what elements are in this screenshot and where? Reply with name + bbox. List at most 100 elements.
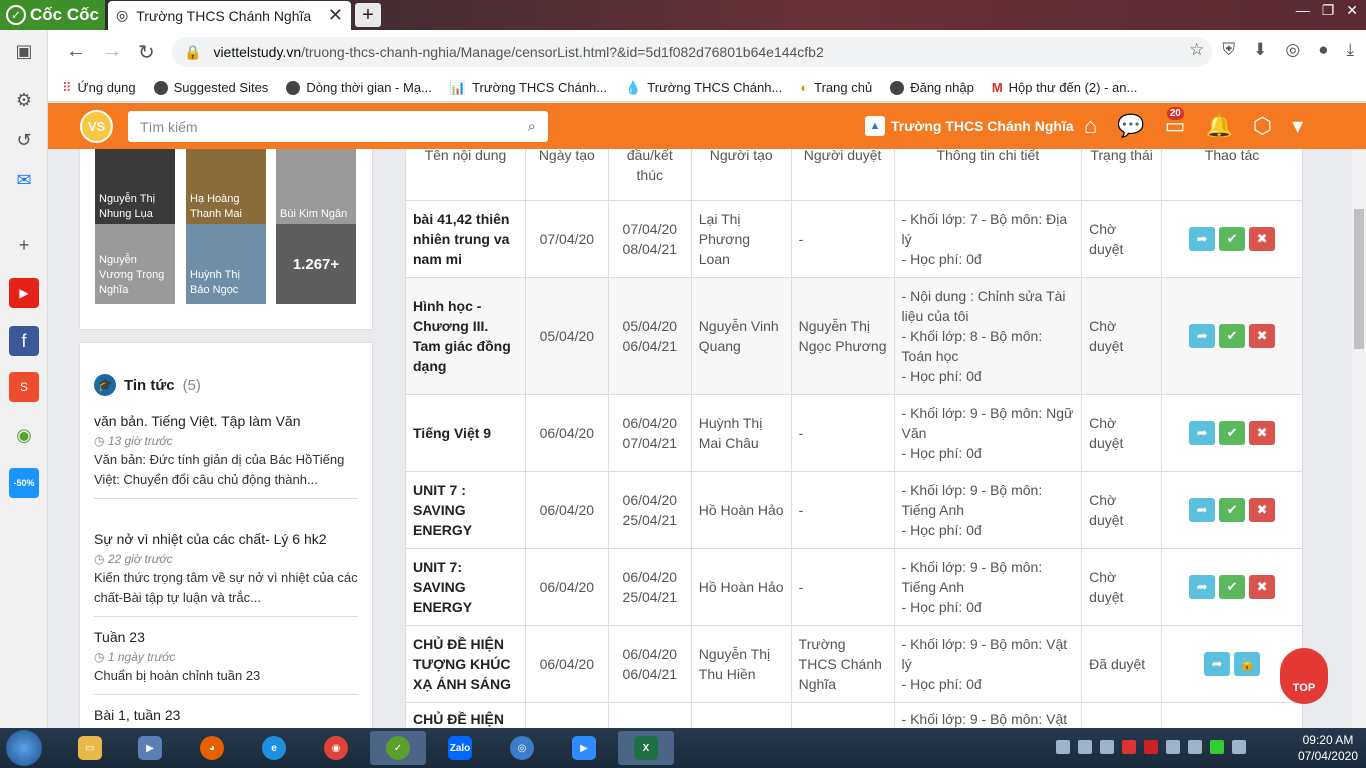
bookmark-home[interactable]: ◐ Trang chủ (800, 80, 872, 95)
tray-icon[interactable] (1078, 740, 1092, 754)
taskbar-zoom[interactable]: ▶ (556, 731, 612, 765)
approve-button[interactable]: ✔ (1219, 227, 1246, 251)
settings-icon[interactable]: ⚙ (9, 85, 39, 115)
shopee-icon[interactable]: S (9, 372, 39, 402)
messenger-icon[interactable]: ✉ (9, 165, 39, 195)
chat-icon[interactable]: 💬 (1117, 113, 1144, 139)
back-icon[interactable]: ← (66, 40, 86, 63)
volume-icon[interactable] (1188, 740, 1202, 754)
tray-icon[interactable] (1122, 740, 1136, 754)
bookmark-timeline[interactable]: Dòng thời gian - Mạ... (286, 80, 432, 95)
approve-button[interactable]: ✔ (1219, 421, 1246, 445)
approve-button[interactable]: ✔ (1219, 498, 1246, 522)
shield-icon[interactable]: ⛨ (1222, 40, 1235, 60)
scroll-top-button[interactable]: TOP (1280, 648, 1328, 704)
col-header[interactable]: Ngày tạo (524, 149, 609, 201)
news-item[interactable]: Tuần 23 ◷ 1 ngày trước Chuẩn bị hoàn chỉ… (94, 627, 358, 695)
bookmark-login[interactable]: Đăng nhập (890, 80, 974, 95)
member-card[interactable]: Bùi Kim Ngân (276, 149, 356, 228)
more-members-button[interactable]: 1.267+ (276, 224, 356, 304)
taskbar-firefox[interactable]: ◕ (184, 731, 240, 765)
clock[interactable]: 09:20 AM 07/04/2020 (1298, 732, 1358, 764)
calendar-icon[interactable]: ▭ 20 (1165, 107, 1186, 139)
chevron-down-icon[interactable]: ▾ (1292, 113, 1303, 139)
bell-icon[interactable]: 🔔 (1206, 113, 1233, 139)
bookmark-suggested-sites[interactable]: Suggested Sites (153, 80, 268, 95)
taskbar-chrome[interactable]: ◉ (308, 731, 364, 765)
member-card[interactable]: Hạ Hoàng Thanh Mai (186, 149, 266, 228)
col-header[interactable]: Thông tin chi tiết (893, 149, 1083, 201)
scrollbar-thumb[interactable] (1354, 209, 1364, 349)
url-field[interactable]: 🔒 viettelstudy.vn/truong-thcs-chanh-nghi… (172, 37, 1212, 67)
start-button[interactable] (6, 730, 42, 766)
taskbar-ie[interactable]: e (246, 731, 302, 765)
member-card[interactable]: Nguyễn Thị Nhung Lụa (95, 149, 175, 228)
maximize-icon[interactable]: ❐ (1322, 2, 1335, 19)
school-link[interactable]: ▲ Trường THCS Chánh Nghĩa (865, 116, 1074, 136)
extension-icon[interactable]: ◎ (1285, 40, 1300, 60)
new-tab-button[interactable]: + (355, 3, 381, 27)
search-input[interactable]: Tìm kiếm ⌕ (128, 111, 548, 142)
reload-icon[interactable]: ↻ (138, 40, 155, 65)
member-card[interactable]: Nguyễn Vương Trọng Nghĩa (95, 224, 175, 304)
news-item[interactable]: văn bản. Tiếng Việt. Tập làm Văn ◷ 13 gi… (94, 411, 358, 499)
history-icon[interactable]: ↺ (9, 125, 39, 155)
approve-button[interactable]: ✔ (1219, 324, 1246, 348)
tray-icon[interactable] (1166, 740, 1180, 754)
app-logo[interactable]: VS (80, 110, 113, 143)
share-button[interactable]: ➦ (1189, 324, 1216, 348)
add-icon[interactable]: + (9, 230, 39, 260)
taskbar-explorer[interactable]: ▭ (62, 731, 118, 765)
bookmark-school-2[interactable]: 💧 Trường THCS Chánh... (625, 80, 782, 96)
bookmark-apps[interactable]: ⠿ Ứng dụng (62, 80, 136, 96)
share-button[interactable]: ➦ (1189, 421, 1216, 445)
share-button[interactable]: ➦ (1204, 652, 1231, 676)
reject-button[interactable]: ✖ (1249, 324, 1276, 348)
taskbar-coccoc[interactable]: ✓ (370, 731, 426, 765)
col-header[interactable]: Trạng thái (1081, 149, 1163, 201)
coccoc-brand[interactable]: ✓ Cốc Cốc (6, 4, 99, 26)
network-icon[interactable] (1210, 740, 1224, 754)
close-tab-icon[interactable]: ✕ (328, 5, 343, 26)
search-icon[interactable]: ⌕ (528, 118, 536, 135)
youtube-icon[interactable]: ▶ (9, 278, 39, 308)
box-icon[interactable]: ⬡ (1253, 113, 1272, 139)
reject-button[interactable]: ✖ (1249, 575, 1276, 599)
flag-icon[interactable] (1232, 740, 1246, 754)
col-header[interactable]: Tên nội dung (405, 149, 526, 201)
taskbar-media[interactable]: ▶ (122, 731, 178, 765)
unlock-button[interactable]: 🔓 (1234, 652, 1261, 676)
col-header[interactable]: Người tạo (690, 149, 792, 201)
facebook-icon[interactable]: f (9, 326, 39, 356)
member-card[interactable]: Huỳnh Thị Bảo Ngọc (186, 224, 266, 304)
tray-icon[interactable] (1144, 740, 1158, 754)
coccoc-icon[interactable]: ◉ (9, 420, 39, 450)
share-button[interactable]: ➦ (1189, 498, 1216, 522)
reject-button[interactable]: ✖ (1249, 421, 1276, 445)
taskbar-excel[interactable]: X (618, 731, 674, 765)
reject-button[interactable]: ✖ (1249, 227, 1276, 251)
home-icon[interactable]: ⌂ (1084, 113, 1097, 139)
close-window-icon[interactable]: ✕ (1346, 2, 1358, 19)
taskbar-zalo[interactable]: Zalo (432, 731, 488, 765)
bluetooth-icon[interactable] (1100, 740, 1114, 754)
minimize-icon[interactable]: — (1296, 2, 1310, 19)
sidebar-toggle-icon[interactable]: ▣ (9, 36, 39, 66)
reject-button[interactable]: ✖ (1249, 498, 1276, 522)
tray-icon[interactable] (1056, 740, 1070, 754)
approve-button[interactable]: ✔ (1219, 575, 1246, 599)
col-header[interactable]: đầu/kết thúc (607, 149, 692, 201)
share-button[interactable]: ➦ (1189, 575, 1216, 599)
save-icon[interactable]: ⤓ (1346, 40, 1354, 60)
share-button[interactable]: ➦ (1189, 227, 1216, 251)
star-icon[interactable]: ☆ (1189, 40, 1204, 60)
profile-icon[interactable]: ● (1318, 40, 1328, 60)
news-item[interactable]: Bài 1, tuần 23 (94, 705, 358, 725)
browser-tab[interactable]: ◎ Trường THCS Chánh Nghĩa ✕ (108, 1, 351, 30)
col-header[interactable]: Người duyệt (790, 149, 895, 201)
download-icon[interactable]: ⬇ (1253, 40, 1267, 60)
bookmark-school-1[interactable]: 📊 Trường THCS Chánh... (450, 80, 607, 96)
tiki-icon[interactable]: -50% (9, 468, 39, 498)
page-scrollbar[interactable] (1352, 149, 1366, 728)
forward-icon[interactable]: → (102, 40, 122, 63)
